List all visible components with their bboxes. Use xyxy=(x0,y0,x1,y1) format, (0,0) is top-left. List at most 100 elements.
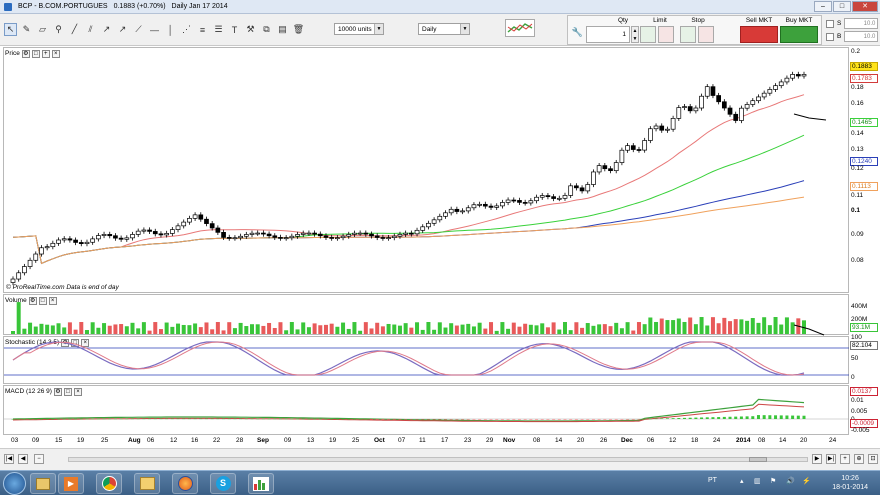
candle-body xyxy=(517,200,522,203)
sell-mkt-button[interactable] xyxy=(740,26,778,43)
volume-bar xyxy=(551,322,556,334)
macd-histogram-bar xyxy=(751,416,755,419)
macd-histogram-bar xyxy=(483,419,487,420)
folder-icon[interactable] xyxy=(134,473,160,494)
volume-bar xyxy=(705,325,710,334)
chrome-icon[interactable] xyxy=(96,473,122,494)
qty-input[interactable]: 1 xyxy=(586,26,630,43)
zoom-icon[interactable]: ⚲ xyxy=(52,23,65,36)
macd-axis[interactable]: 0.0137 0.01 0.005 0 -0.0009 -0.005 xyxy=(849,385,880,435)
skype-icon[interactable]: S xyxy=(210,473,236,494)
media-player-icon[interactable]: ▶ xyxy=(58,473,84,494)
candle-body xyxy=(511,199,517,202)
price-axis[interactable]: 0.2 0.1883 0.1783 0.18 0.16 0.1465 0.14 … xyxy=(849,47,880,293)
arrow-line-icon[interactable]: ↗ xyxy=(100,23,113,36)
qty-stepper[interactable]: ▲ ▼ xyxy=(631,26,639,43)
macd-histogram-bar xyxy=(461,419,465,420)
copy-icon[interactable]: ⧉ xyxy=(260,23,273,36)
volume-panel[interactable]: Volume ⚙ □ × xyxy=(3,294,850,336)
zoom-out-icon[interactable]: − xyxy=(34,454,44,464)
limit-sell-button[interactable] xyxy=(658,26,674,43)
s-field[interactable]: 10.0 xyxy=(844,18,879,29)
start-button[interactable] xyxy=(3,472,26,495)
tray-arrow-icon[interactable]: ▴ xyxy=(740,477,744,485)
fibonacci-icon[interactable]: ≡ xyxy=(196,23,209,36)
candle-body xyxy=(118,237,124,240)
system-clock[interactable]: 10:26 18-01-2014 xyxy=(832,474,868,492)
fan-icon[interactable]: ⋰ xyxy=(180,23,193,36)
stop-buy-button[interactable] xyxy=(680,26,696,43)
trendline-icon[interactable]: ⟋ xyxy=(132,23,145,36)
volume-icon[interactable]: 🔊 xyxy=(786,477,795,485)
candle-body xyxy=(699,95,704,109)
b-field[interactable]: 10.0 xyxy=(844,31,879,42)
horizontal-scrollbar[interactable] xyxy=(68,457,808,462)
scroll-right-icon[interactable]: ▶ xyxy=(812,454,822,464)
network-icon[interactable]: ▥ xyxy=(754,477,761,485)
macd-histogram-bar xyxy=(318,418,322,420)
volume-bar xyxy=(466,323,471,334)
pointer-icon[interactable]: ↖ xyxy=(4,23,17,36)
fit-icon[interactable]: ⊡ xyxy=(868,454,878,464)
vertical-line-icon[interactable]: │ xyxy=(164,23,177,36)
limit-buy-button[interactable] xyxy=(640,26,656,43)
candle-body xyxy=(739,107,744,121)
stochastic-axis[interactable]: 82.104 100 50 0 xyxy=(849,334,880,384)
volume-bar xyxy=(471,326,476,334)
date-tick: 24 xyxy=(713,437,721,444)
candle-body xyxy=(733,113,739,121)
minimize-button[interactable]: – xyxy=(814,1,832,12)
stochastic-chart[interactable] xyxy=(4,337,850,385)
chart-type-icon[interactable] xyxy=(505,19,535,37)
macd-histogram-bar xyxy=(409,419,413,420)
flag-icon[interactable]: ⚑ xyxy=(770,477,776,485)
close-button[interactable]: ✕ xyxy=(852,1,878,12)
jump-end-icon[interactable]: ▶| xyxy=(826,454,836,464)
period-info: Daily Jan 17 2014 xyxy=(171,3,228,10)
ray-icon[interactable]: ↗ xyxy=(116,23,129,36)
macd-chart[interactable] xyxy=(4,386,850,436)
firefox-icon[interactable] xyxy=(172,473,198,494)
macd-histogram-bar xyxy=(22,418,26,420)
stop-sell-button[interactable] xyxy=(698,26,714,43)
zoom-reset-icon[interactable]: ⊕ xyxy=(854,454,864,464)
macd-panel[interactable]: MACD (12 26 9) ⚙ □ × xyxy=(3,385,850,436)
date-axis[interactable]: 03 09 15 19 25 Aug 06 12 16 22 28 Sep 09 13 19 25 Oct 07 1… xyxy=(3,436,849,447)
volume-axis[interactable]: 400M 200M 93.1M xyxy=(849,294,880,335)
candle-body xyxy=(340,235,346,239)
line-icon[interactable]: ╱ xyxy=(68,23,81,36)
language-indicator[interactable]: PT xyxy=(708,477,717,484)
scroll-left-icon[interactable]: ◀ xyxy=(18,454,28,464)
candle-body xyxy=(477,203,482,206)
retracement-icon[interactable]: ☰ xyxy=(212,23,225,36)
units-select[interactable]: 10000 units ▼ xyxy=(334,23,384,35)
ruler-icon[interactable]: ▱ xyxy=(36,23,49,36)
hammer-icon[interactable]: ⚒ xyxy=(244,23,257,36)
list-icon[interactable]: ▤ xyxy=(276,23,289,36)
interval-select[interactable]: Daily ▼ xyxy=(418,23,470,35)
candle-body xyxy=(352,232,357,235)
price-chart[interactable] xyxy=(4,48,850,294)
prorealtime-icon[interactable] xyxy=(248,473,274,494)
order-panel: 🔧 Qty 1 ▲ ▼ Limit Stop Sell MKT Buy MKT xyxy=(567,15,822,45)
date-tick: 17 xyxy=(441,437,449,444)
wrench-icon[interactable]: 🔧 xyxy=(571,26,584,39)
price-panel[interactable]: Price ⚙ □ + × © ProRealTime.com Data is … xyxy=(3,47,849,293)
trash-icon[interactable]: 🗑 xyxy=(292,23,305,36)
maximize-button[interactable]: □ xyxy=(833,1,851,12)
s-checkbox[interactable] xyxy=(826,19,834,28)
horizontal-line-icon[interactable]: — xyxy=(148,23,161,36)
explorer-icon[interactable] xyxy=(30,473,56,494)
zoom-in-icon[interactable]: + xyxy=(840,454,850,464)
stochastic-panel[interactable]: Stochastic (14 3 5) ⚙ □ × xyxy=(3,336,850,385)
jump-start-icon[interactable]: |◀ xyxy=(4,454,14,464)
volume-chart[interactable] xyxy=(4,295,850,336)
b-checkbox[interactable] xyxy=(826,32,834,41)
power-icon[interactable]: ⚡ xyxy=(802,477,811,485)
buy-mkt-button[interactable] xyxy=(780,26,818,43)
scrollbar-thumb[interactable] xyxy=(749,457,767,462)
pencil-icon[interactable]: ✎ xyxy=(20,23,33,36)
text-icon[interactable]: T xyxy=(228,23,241,36)
price-tick: 0.13 xyxy=(851,146,864,153)
channel-icon[interactable]: ⫽ xyxy=(84,23,97,36)
